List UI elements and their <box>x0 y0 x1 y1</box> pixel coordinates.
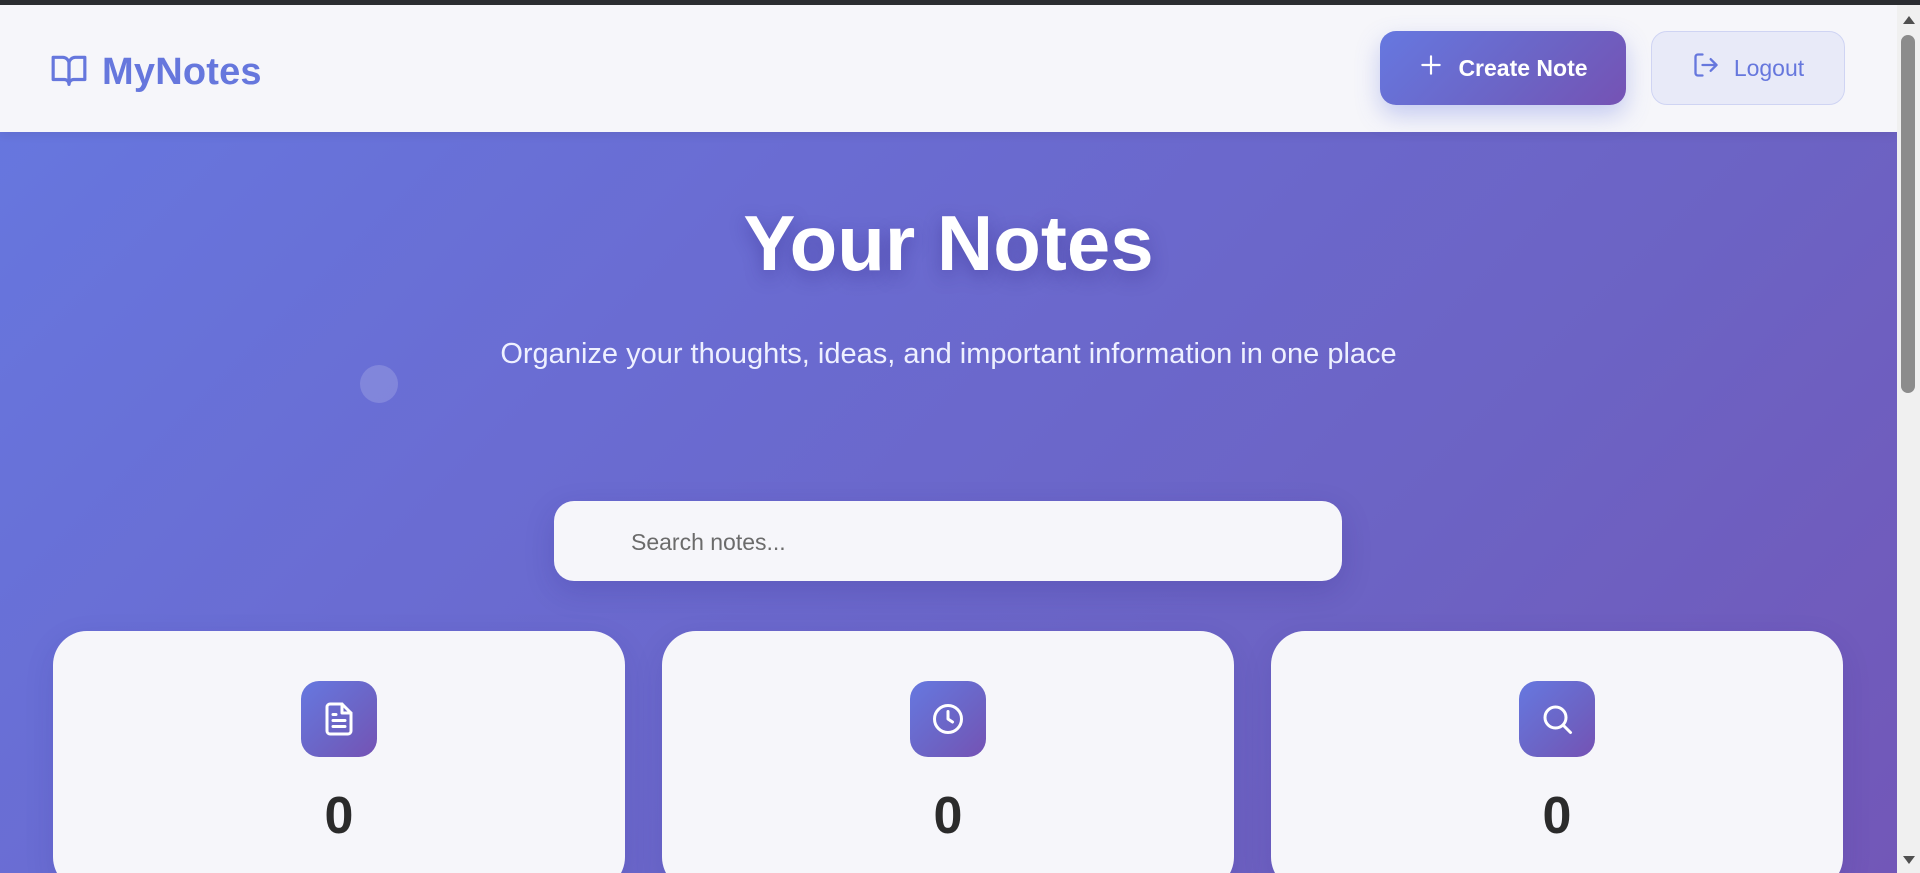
book-open-icon <box>50 51 88 94</box>
search-box <box>554 501 1342 583</box>
brand-name: MyNotes <box>102 50 262 93</box>
stat-value: 0 <box>1542 787 1572 845</box>
page-subtitle: Organize your thoughts, ideas, and impor… <box>500 338 1397 370</box>
app-header: MyNotes Create Note Logout <box>0 5 1897 132</box>
stat-card-recent: 0 <box>662 631 1234 873</box>
search-input[interactable] <box>629 501 1323 583</box>
stat-card-search-results: 0 <box>1271 631 1843 873</box>
scrollbar-thumb[interactable] <box>1901 35 1915 393</box>
create-note-button[interactable]: Create Note <box>1380 31 1626 105</box>
stat-value: 0 <box>324 787 354 845</box>
plus-icon <box>1418 52 1444 84</box>
brand-logo[interactable]: MyNotes <box>50 47 262 97</box>
logout-icon <box>1692 51 1720 85</box>
create-note-label: Create Note <box>1458 54 1588 81</box>
document-icon <box>301 681 377 757</box>
vertical-scrollbar[interactable] <box>1897 5 1920 873</box>
stat-value: 0 <box>933 787 963 845</box>
clock-icon <box>910 681 986 757</box>
stat-card-total-notes: 0 <box>53 631 625 873</box>
scroll-up-arrow-icon[interactable] <box>1897 13 1920 27</box>
logout-button[interactable]: Logout <box>1651 31 1845 105</box>
logout-label: Logout <box>1733 54 1805 81</box>
page-viewport: MyNotes Create Note Logout Your Notes Or… <box>0 5 1897 873</box>
search-icon <box>1519 681 1595 757</box>
scroll-down-arrow-icon[interactable] <box>1897 853 1920 867</box>
decorative-circle <box>360 365 398 403</box>
page-title: Your Notes <box>743 199 1154 287</box>
